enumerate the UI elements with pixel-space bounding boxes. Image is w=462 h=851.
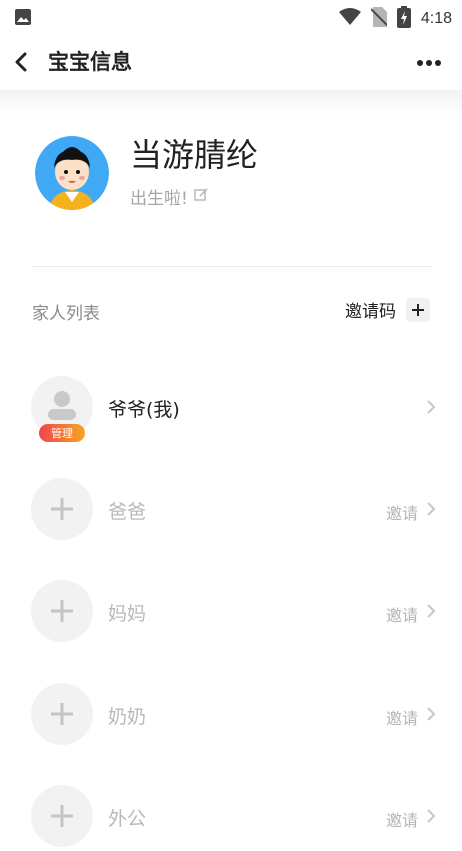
member-avatar: 管理 xyxy=(31,376,93,442)
family-member-row[interactable]: 妈妈 邀请 xyxy=(0,580,462,644)
battery-charging-icon xyxy=(396,6,411,32)
family-member-row[interactable]: 外公 邀请 xyxy=(0,785,462,849)
member-avatar xyxy=(31,580,93,642)
member-name: 外公 xyxy=(108,808,147,830)
family-member-row[interactable]: 奶奶 邀请 xyxy=(0,683,462,747)
family-member-row[interactable]: 管理 爷爷(我) xyxy=(0,376,462,442)
invite-label[interactable]: 邀请 xyxy=(386,705,418,729)
plus-icon xyxy=(51,805,73,827)
baby-status[interactable]: 出生啦! xyxy=(130,184,208,209)
more-horizontal-icon[interactable] xyxy=(416,52,442,71)
plus-icon xyxy=(51,498,73,520)
chevron-right-icon xyxy=(426,706,436,726)
invite-label[interactable]: 邀请 xyxy=(386,500,418,524)
plus-icon xyxy=(51,600,73,622)
admin-badge: 管理 xyxy=(39,424,85,442)
baby-status-text: 出生啦! xyxy=(130,189,188,209)
chevron-right-icon xyxy=(426,808,436,828)
invite-code-button[interactable]: 邀请码 xyxy=(345,297,430,322)
chevron-right-icon xyxy=(426,603,436,623)
baby-avatar[interactable] xyxy=(35,136,109,210)
chevron-right-icon xyxy=(426,501,436,521)
invite-code-label: 邀请码 xyxy=(345,302,396,322)
chevron-left-icon[interactable] xyxy=(10,50,34,74)
edit-icon[interactable] xyxy=(194,187,208,207)
plus-icon xyxy=(51,703,73,725)
no-sim-icon xyxy=(370,7,388,31)
image-icon xyxy=(14,8,32,30)
header-shadow xyxy=(0,90,462,116)
invite-label[interactable]: 邀请 xyxy=(386,602,418,626)
plus-icon[interactable] xyxy=(406,297,430,322)
member-avatar xyxy=(31,478,93,540)
member-name: 妈妈 xyxy=(108,603,147,625)
status-bar: 4:18 xyxy=(0,0,462,32)
wifi-icon xyxy=(338,8,361,30)
chevron-right-icon xyxy=(426,399,436,419)
invite-label[interactable]: 邀请 xyxy=(386,807,418,831)
member-avatar xyxy=(31,785,93,847)
page-title: 宝宝信息 xyxy=(48,50,132,74)
member-avatar xyxy=(31,683,93,745)
member-name: 爸爸 xyxy=(108,501,147,523)
member-name: 奶奶 xyxy=(108,706,147,728)
divider xyxy=(32,266,432,267)
status-time: 4:18 xyxy=(420,10,452,27)
family-member-row[interactable]: 爸爸 邀请 xyxy=(0,478,462,542)
family-section-title: 家人列表 xyxy=(32,304,100,324)
baby-profile[interactable]: 当游腈纶 出生啦! xyxy=(0,130,462,230)
baby-name: 当游腈纶 xyxy=(130,136,259,174)
navigation-bar: 宝宝信息 xyxy=(0,34,462,90)
member-name: 爷爷(我) xyxy=(108,399,180,421)
